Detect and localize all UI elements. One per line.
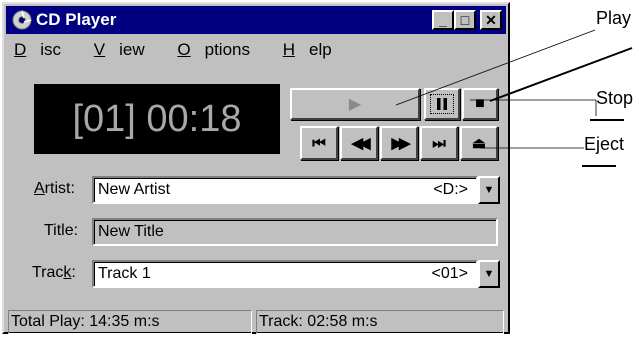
callout-lines bbox=[395, 29, 633, 167]
callout-stop: Stop bbox=[596, 88, 634, 108]
callout-play: Play bbox=[596, 8, 632, 28]
play-callout-line bbox=[395, 29, 596, 106]
callout-eject: Eject bbox=[584, 134, 625, 154]
